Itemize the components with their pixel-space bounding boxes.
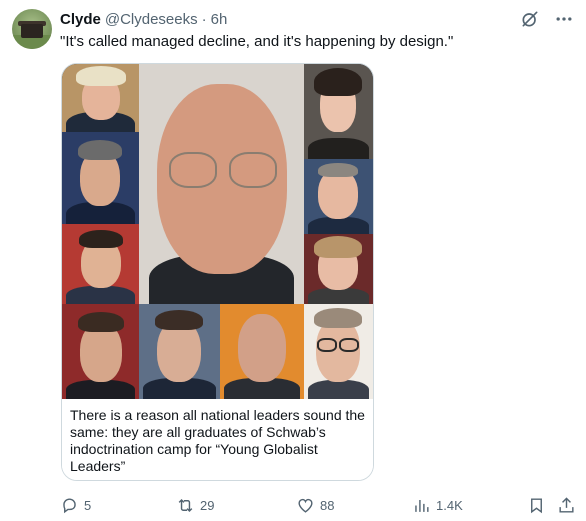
portrait-hair (79, 230, 123, 248)
portrait-glasses (317, 338, 337, 352)
author-handle[interactable]: @Clydeseeks (105, 11, 198, 28)
portrait-suit (66, 286, 135, 304)
portrait-hair (314, 68, 362, 96)
bookmark-icon (531, 497, 542, 513)
tweet-time[interactable]: 6h (211, 11, 228, 28)
portrait-glasses (339, 338, 359, 352)
portrait-hair (318, 163, 358, 177)
portrait-bottom-3 (220, 304, 304, 399)
portrait-right-1 (304, 64, 373, 159)
portrait-suit (308, 138, 369, 159)
portrait-left-2 (62, 132, 139, 224)
reply-count: 5 (84, 497, 92, 513)
media-image[interactable]: There is a reason all national leaders s… (61, 63, 374, 481)
views-icon (415, 499, 429, 512)
tweet[interactable]: Clyde @Clydeseeks · 6h "It's called mana… (0, 0, 586, 521)
action-bar: 5 29 88 1.4K (60, 495, 580, 515)
leaders-collage (62, 64, 373, 399)
like-button[interactable]: 88 (296, 495, 334, 515)
bookmark-button[interactable] (527, 495, 546, 515)
top-icons (520, 9, 574, 29)
share-button[interactable] (557, 495, 576, 515)
author-name[interactable]: Clyde (60, 11, 101, 28)
repost-count: 29 (200, 497, 215, 513)
portrait-hair (155, 310, 203, 330)
portrait-hair (78, 312, 124, 332)
views-count: 1.4K (436, 497, 463, 513)
reply-icon (63, 497, 76, 513)
portrait-suit (308, 380, 369, 399)
portrait-glasses (229, 152, 277, 188)
avatar[interactable] (12, 9, 52, 49)
portrait-hair (76, 66, 126, 86)
more-icon[interactable] (554, 9, 574, 29)
reply-button[interactable]: 5 (60, 495, 91, 515)
image-caption: There is a reason all national leaders s… (62, 399, 373, 480)
like-count: 88 (320, 497, 335, 513)
tweet-header: Clyde @Clydeseeks · 6h (60, 10, 227, 28)
portrait-bottom-4 (304, 304, 373, 399)
portrait-suit (308, 217, 369, 234)
portrait-bottom-2 (139, 304, 220, 399)
portrait-hair (314, 236, 362, 258)
portrait-left-3 (62, 224, 139, 304)
portrait-hair (314, 308, 362, 328)
separator-dot: · (201, 10, 207, 28)
portrait-bottom-1 (62, 304, 139, 399)
repost-button[interactable]: 29 (176, 495, 214, 515)
portrait-center (139, 64, 304, 304)
share-icon (559, 496, 574, 513)
portrait-suit (66, 380, 135, 399)
avatar-cart (21, 24, 43, 38)
portrait-right-3 (304, 234, 373, 304)
portrait-glasses (169, 152, 217, 188)
portrait-top-left (62, 64, 139, 132)
portrait-right-2 (304, 159, 373, 234)
grok-icon[interactable] (520, 9, 540, 29)
portrait-suit (308, 288, 369, 304)
portrait-face (238, 314, 286, 382)
heart-icon (298, 498, 313, 513)
portrait-hair (78, 140, 122, 160)
tweet-text: "It's called managed decline, and it's h… (60, 33, 454, 50)
views-button[interactable]: 1.4K (412, 495, 463, 515)
repost-icon (178, 498, 193, 512)
